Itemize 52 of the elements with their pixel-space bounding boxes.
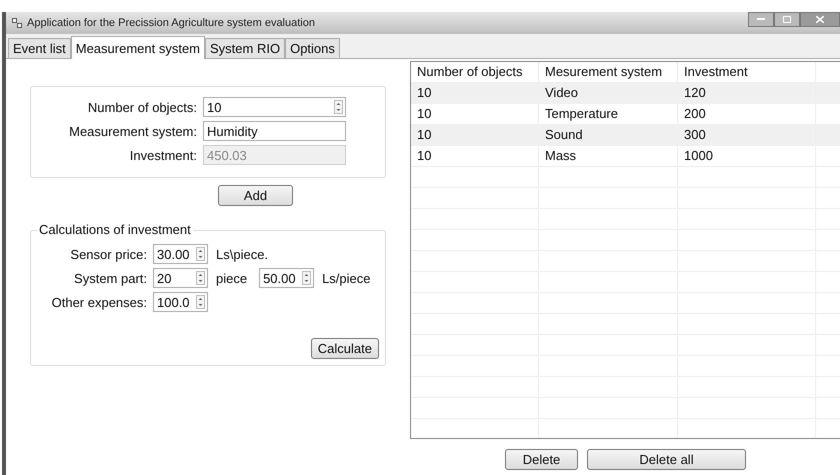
table-cell: 300 [678,125,816,145]
delete-button[interactable]: Delete [505,449,578,470]
number-spinner[interactable]: 20 [153,268,208,288]
number-spinner[interactable]: 10 [203,97,346,117]
table-cell: 10 [411,104,539,124]
table-cell: 120 [678,83,816,103]
table-cell: Video [539,83,678,103]
table-cell: 200 [678,104,816,124]
spin-arrows-icon [196,247,205,261]
column-header[interactable]: Number of objects [411,62,539,82]
spin-arrows-icon [334,100,343,114]
tab[interactable]: Event list [8,38,71,58]
maximize-button[interactable] [774,12,800,27]
column-header[interactable]: Mesurement system [539,62,678,82]
close-button[interactable] [800,12,840,27]
close-icon [816,16,824,23]
delete-all-button[interactable]: Delete all [587,449,746,470]
field-label: System part: [73,270,147,286]
tab[interactable]: System RIO [205,38,286,58]
table-cell: Mass [539,146,678,166]
group-title: Calculations of investment [37,222,193,237]
table-cell: 10 [411,125,539,145]
number-spinner[interactable]: 100.0 [153,292,208,312]
table-cell: Sound [539,125,678,145]
field-label: Investment: [128,148,197,162]
field-label: Other expenses: [50,294,147,310]
spin-arrows-icon [196,295,205,309]
unit-label: Ls\piece. [216,246,268,262]
spin-arrows-icon [302,271,312,285]
table-cell: 10 [411,146,539,166]
tab[interactable]: Options [285,38,340,58]
input-field[interactable]: Humidity [203,121,346,141]
tab[interactable]: Measurement system [70,36,206,59]
unit-label: piece [216,270,248,286]
field-label: Number of objects: [86,100,197,114]
number-spinner[interactable]: 30.00 [153,244,208,264]
add-button[interactable]: Add [218,185,293,206]
window-icon [12,18,22,28]
number-spinner[interactable]: 50.00 [259,268,314,288]
unit-label: Ls/piece [322,270,370,286]
field-label: Measurement system: [68,124,197,138]
table-cell: 10 [411,83,539,103]
table-cell: Temperature [539,104,678,124]
field-label: Sensor price: [69,246,147,262]
window-title: Application for the Precission Agriculture system evaluation [27,17,315,29]
minimize-icon [757,18,765,21]
spin-arrows-icon [196,271,205,285]
minimize-button[interactable] [748,12,774,27]
maximize-icon [783,16,791,23]
table-cell: 1000 [678,146,816,166]
calculate-button[interactable]: Calculate [310,338,379,359]
column-header[interactable]: Investment [678,62,816,82]
